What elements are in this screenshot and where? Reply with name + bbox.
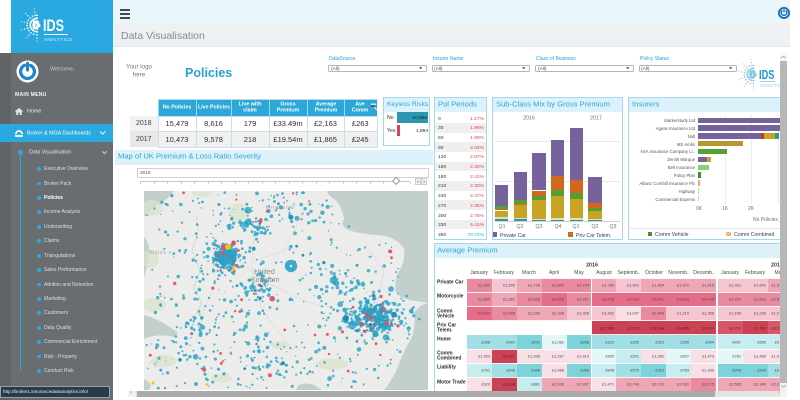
svg-text:Kingdom: Kingdom xyxy=(251,275,279,284)
svg-text:England: England xyxy=(266,205,295,211)
svg-text:Wales: Wales xyxy=(149,250,167,256)
